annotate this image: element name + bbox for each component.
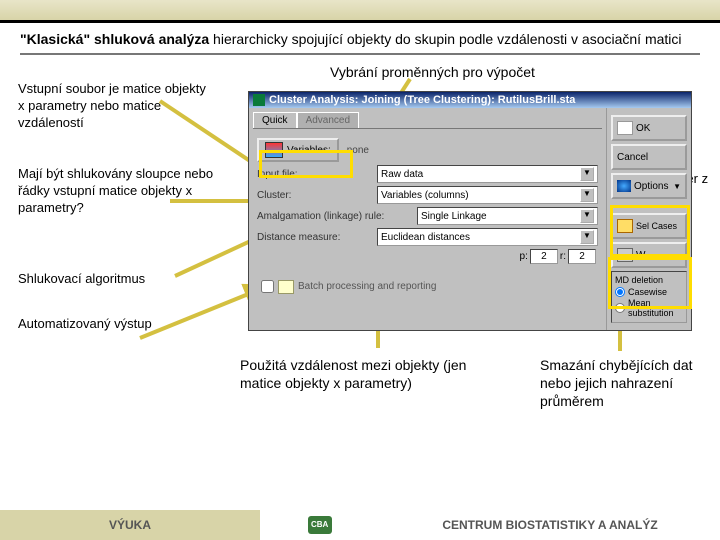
content-area: Vstupní soubor je matice objekty x param… [0,61,720,441]
footer-logo [260,516,380,534]
p-label: p: [520,251,528,262]
label-rows-cols: Mají být shlukovány sloupce nebo řádky v… [18,166,218,217]
radio-casewise[interactable]: Casewise [615,287,683,297]
tab-advanced[interactable]: Advanced [297,112,359,128]
chevron-down-icon: ▼ [673,182,681,191]
dialog-title: Cluster Analysis: Joining (Tree Clusteri… [249,92,691,108]
footer-left: VÝUKA [0,510,260,540]
selcases-button[interactable]: Sel Cases [611,213,687,239]
distance-select[interactable]: Euclidean distances▼ [377,228,598,246]
summary-icon [617,121,633,135]
label-auto-output: Automatizovaný výstup [18,316,218,333]
p-input[interactable] [530,249,558,264]
md-title: MD deletion [615,275,683,285]
side-buttons: OK Cancel Options▼ Sel Cases W MD deleti… [606,108,691,330]
r-input[interactable] [568,249,596,264]
input-file-select[interactable]: Raw data▼ [377,165,598,183]
ok-button[interactable]: OK [611,115,687,141]
radio-mean-input[interactable] [615,303,625,313]
intro-text: "Klasická" shluková analýza hierarchicky… [0,23,720,51]
batch-checkbox[interactable] [261,280,274,293]
weight-button[interactable]: W [611,242,687,268]
options-button[interactable]: Options▼ [611,173,687,199]
batch-icon [278,280,294,294]
tab-row: Quick Advanced [253,112,602,129]
label-algorithm: Shlukovací algoritmus [18,271,218,288]
footer-right: CENTRUM BIOSTATISTIKY A ANALÝZ [380,518,720,532]
r-label: r: [560,251,566,262]
label-missing: Smazání chybějících dat nebo jejich nahr… [540,356,715,411]
cluster-select[interactable]: Variables (columns)▼ [377,186,598,204]
cluster-label: Cluster: [257,190,377,201]
label-input-file: Vstupní soubor je matice objekty x param… [18,81,208,132]
chevron-down-icon: ▼ [580,230,594,244]
label-distance: Použitá vzdálenost mezi objekty (jen mat… [240,356,510,392]
label-select-vars: Vybrání proměnných pro výpočet [330,63,535,81]
variables-label: Variables: [287,145,331,156]
batch-label: Batch processing and reporting [298,281,436,292]
chevron-down-icon: ▼ [580,167,594,181]
variables-icon [265,142,283,158]
radio-casewise-input[interactable] [615,287,625,297]
underline [20,53,700,55]
variables-button[interactable]: Variables: [257,138,339,162]
cases-icon [617,219,633,233]
batch-row: Batch processing and reporting [253,273,602,300]
tab-quick[interactable]: Quick [253,112,297,128]
weight-icon [617,248,633,262]
intro-rest: hierarchicky spojující objekty do skupin… [209,31,681,47]
cancel-button[interactable]: Cancel [611,144,687,170]
md-deletion-group: MD deletion Casewise Mean substitution [611,271,687,323]
amalg-select[interactable]: Single Linkage▼ [417,207,598,225]
top-bar [0,0,720,23]
footer: VÝUKA CENTRUM BIOSTATISTIKY A ANALÝZ [0,510,720,540]
options-icon [617,180,631,192]
cba-logo-icon [308,516,332,534]
dialog-cluster: Cluster Analysis: Joining (Tree Clusteri… [248,91,692,331]
chevron-down-icon: ▼ [580,209,594,223]
chevron-down-icon: ▼ [580,188,594,202]
distance-label: Distance measure: [257,232,377,243]
input-file-label: Input file: [257,169,377,180]
amalg-label: Amalgamation (linkage) rule: [257,211,417,222]
variables-value: none [347,145,369,156]
radio-mean[interactable]: Mean substitution [615,298,683,318]
intro-strong: "Klasická" shluková analýza [20,31,209,47]
